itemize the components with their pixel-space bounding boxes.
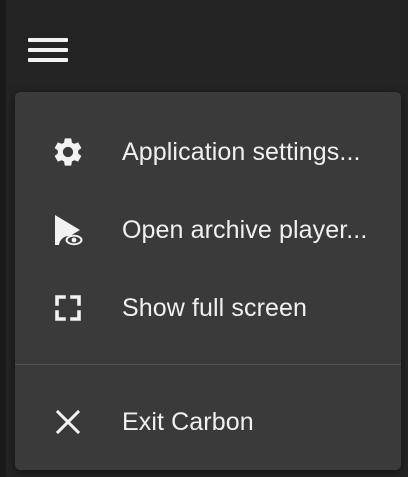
menu-item-label: Exit Carbon: [122, 407, 254, 436]
play-archive-icon: [49, 211, 87, 249]
gear-icon: [49, 133, 87, 171]
hamburger-bar: [28, 38, 68, 42]
menu-item-exit[interactable]: Exit Carbon: [15, 382, 401, 462]
menu-item-label: Open archive player...: [122, 215, 368, 244]
left-edge: [0, 0, 6, 477]
hamburger-menu-icon[interactable]: [28, 32, 68, 68]
menu-item-label: Application settings...: [122, 137, 361, 166]
hamburger-bar: [28, 48, 68, 52]
fullscreen-icon: [49, 289, 87, 327]
app-window: Application settings... Open archive pla…: [0, 0, 408, 477]
close-icon: [49, 403, 87, 441]
menu-item-open-archive-player[interactable]: Open archive player...: [15, 190, 401, 270]
menu-item-label: Show full screen: [122, 293, 308, 322]
hamburger-bar: [28, 58, 68, 62]
menu-item-application-settings[interactable]: Application settings...: [15, 112, 401, 192]
menu-divider: [15, 364, 401, 365]
main-menu: Application settings... Open archive pla…: [15, 92, 401, 470]
menu-item-show-full-screen[interactable]: Show full screen: [15, 268, 401, 348]
